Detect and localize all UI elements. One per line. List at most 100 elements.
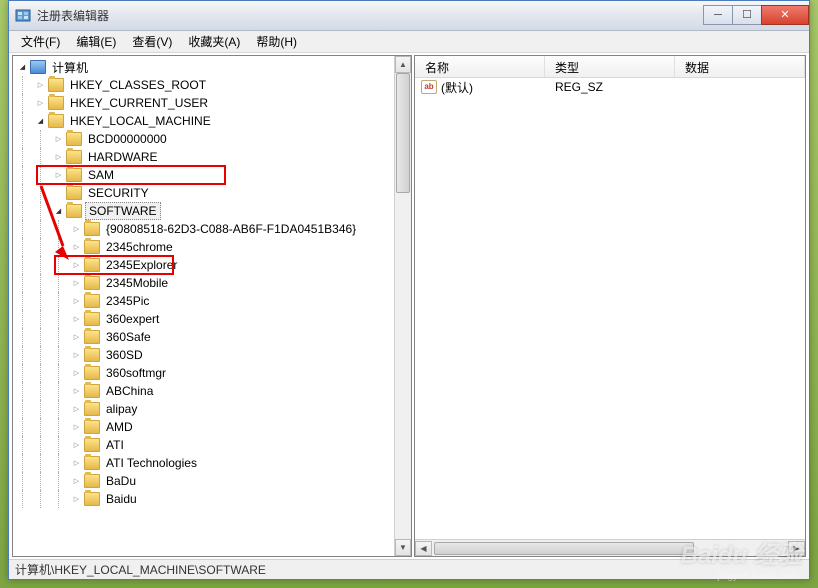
tree-toggle[interactable] bbox=[71, 368, 82, 379]
tree-node[interactable]: 2345Explorer bbox=[13, 256, 411, 274]
folder-icon bbox=[84, 222, 100, 236]
value-row[interactable]: ab (默认) REG_SZ bbox=[415, 78, 805, 96]
menu-file[interactable]: 文件(F) bbox=[13, 31, 68, 52]
tree-toggle[interactable] bbox=[71, 458, 82, 469]
tree-toggle[interactable] bbox=[71, 440, 82, 451]
tree-node[interactable]: 360SD bbox=[13, 346, 411, 364]
tree-node[interactable]: HKEY_CLASSES_ROOT bbox=[13, 76, 411, 94]
maximize-button[interactable]: ☐ bbox=[732, 5, 762, 25]
tree-toggle[interactable] bbox=[35, 116, 46, 127]
tree-toggle[interactable] bbox=[53, 134, 64, 145]
tree-toggle[interactable] bbox=[71, 260, 82, 271]
tree-node[interactable]: HKEY_LOCAL_MACHINE bbox=[13, 112, 411, 130]
tree-node[interactable]: 360Safe bbox=[13, 328, 411, 346]
tree-node[interactable]: {90808518-62D3-C088-AB6F-F1DA0451B346} bbox=[13, 220, 411, 238]
values-header[interactable]: 名称 类型 数据 bbox=[415, 56, 805, 78]
scroll-thumb[interactable] bbox=[396, 73, 410, 193]
tree-node-label: SAM bbox=[85, 167, 117, 183]
tree-toggle[interactable] bbox=[35, 80, 46, 91]
tree-toggle[interactable] bbox=[17, 62, 28, 73]
tree-node[interactable]: HARDWARE bbox=[13, 148, 411, 166]
tree-toggle[interactable] bbox=[71, 224, 82, 235]
hscroll-thumb[interactable] bbox=[434, 542, 694, 555]
tree-node[interactable]: 计算机 bbox=[13, 58, 411, 76]
scroll-down-button[interactable]: ▼ bbox=[395, 539, 411, 556]
folder-icon bbox=[84, 348, 100, 362]
tree-node[interactable]: Baidu bbox=[13, 490, 411, 508]
hscroll-right-button[interactable]: ▶ bbox=[788, 541, 805, 556]
tree-node[interactable]: ATI Technologies bbox=[13, 454, 411, 472]
tree-node-label: 2345Mobile bbox=[103, 275, 171, 291]
folder-icon bbox=[84, 402, 100, 416]
tree-node[interactable]: alipay bbox=[13, 400, 411, 418]
tree-node[interactable]: 2345Mobile bbox=[13, 274, 411, 292]
folder-icon bbox=[84, 420, 100, 434]
registry-tree[interactable]: 计算机HKEY_CLASSES_ROOTHKEY_CURRENT_USERHKE… bbox=[13, 56, 411, 556]
tree-node[interactable]: ATI bbox=[13, 436, 411, 454]
menubar: 文件(F) 编辑(E) 查看(V) 收藏夹(A) 帮助(H) bbox=[9, 31, 809, 53]
folder-icon bbox=[84, 474, 100, 488]
tree-toggle[interactable] bbox=[35, 98, 46, 109]
tree-toggle[interactable] bbox=[53, 170, 64, 181]
values-pane[interactable]: 名称 类型 数据 ab (默认) REG_SZ ◀ ▶ bbox=[414, 55, 806, 557]
close-button[interactable]: ✕ bbox=[761, 5, 809, 25]
folder-icon bbox=[84, 330, 100, 344]
tree-vscrollbar[interactable]: ▲ ▼ bbox=[394, 56, 411, 556]
tree-toggle[interactable] bbox=[71, 242, 82, 253]
value-name: (默认) bbox=[441, 79, 473, 96]
titlebar[interactable]: 注册表编辑器 ─ ☐ ✕ bbox=[9, 1, 809, 31]
tree-node-label: ABChina bbox=[103, 383, 156, 399]
minimize-button[interactable]: ─ bbox=[703, 5, 733, 25]
tree-node[interactable]: 2345Pic bbox=[13, 292, 411, 310]
tree-node[interactable]: 360softmgr bbox=[13, 364, 411, 382]
tree-node[interactable]: SAM bbox=[13, 166, 411, 184]
tree-toggle[interactable] bbox=[53, 206, 64, 217]
folder-icon bbox=[84, 456, 100, 470]
col-type[interactable]: 类型 bbox=[545, 56, 675, 77]
computer-icon bbox=[30, 60, 46, 74]
tree-node[interactable]: BCD00000000 bbox=[13, 130, 411, 148]
tree-node[interactable]: AMD bbox=[13, 418, 411, 436]
folder-icon bbox=[84, 312, 100, 326]
tree-toggle[interactable] bbox=[71, 278, 82, 289]
tree-toggle[interactable] bbox=[71, 296, 82, 307]
folder-icon bbox=[66, 186, 82, 200]
tree-toggle[interactable] bbox=[53, 152, 64, 163]
statusbar: 计算机\HKEY_LOCAL_MACHINE\SOFTWARE bbox=[9, 559, 809, 579]
app-icon bbox=[15, 8, 31, 24]
tree-toggle[interactable] bbox=[71, 476, 82, 487]
tree-node[interactable]: 2345chrome bbox=[13, 238, 411, 256]
col-name[interactable]: 名称 bbox=[415, 56, 545, 77]
folder-icon bbox=[66, 204, 82, 218]
tree-toggle[interactable] bbox=[71, 386, 82, 397]
folder-icon bbox=[84, 294, 100, 308]
hscroll-left-button[interactable]: ◀ bbox=[415, 541, 432, 556]
menu-edit[interactable]: 编辑(E) bbox=[68, 31, 124, 52]
tree-toggle[interactable] bbox=[71, 404, 82, 415]
tree-node[interactable]: 360expert bbox=[13, 310, 411, 328]
tree-node[interactable]: HKEY_CURRENT_USER bbox=[13, 94, 411, 112]
tree-toggle[interactable] bbox=[71, 332, 82, 343]
folder-icon bbox=[66, 132, 82, 146]
tree-toggle[interactable] bbox=[71, 350, 82, 361]
menu-view[interactable]: 查看(V) bbox=[124, 31, 180, 52]
menu-favorites[interactable]: 收藏夹(A) bbox=[180, 31, 248, 52]
scroll-up-button[interactable]: ▲ bbox=[395, 56, 411, 73]
values-hscrollbar[interactable]: ◀ ▶ bbox=[415, 539, 805, 556]
folder-icon bbox=[84, 366, 100, 380]
menu-help[interactable]: 帮助(H) bbox=[248, 31, 305, 52]
tree-node-label: 360softmgr bbox=[103, 365, 169, 381]
registry-editor-window: 注册表编辑器 ─ ☐ ✕ 文件(F) 编辑(E) 查看(V) 收藏夹(A) 帮助… bbox=[8, 0, 810, 580]
tree-toggle[interactable] bbox=[71, 422, 82, 433]
tree-node-label: 360Safe bbox=[103, 329, 154, 345]
tree-node[interactable]: BaDu bbox=[13, 472, 411, 490]
tree-toggle[interactable] bbox=[71, 314, 82, 325]
tree-node-label: HKEY_CLASSES_ROOT bbox=[67, 77, 209, 93]
tree-toggle[interactable] bbox=[71, 494, 82, 505]
tree-node-label: 360SD bbox=[103, 347, 146, 363]
tree-node[interactable]: ABChina bbox=[13, 382, 411, 400]
col-data[interactable]: 数据 bbox=[675, 56, 805, 77]
tree-node[interactable]: SOFTWARE bbox=[13, 202, 411, 220]
tree-pane[interactable]: 计算机HKEY_CLASSES_ROOTHKEY_CURRENT_USERHKE… bbox=[12, 55, 412, 557]
tree-node[interactable]: SECURITY bbox=[13, 184, 411, 202]
